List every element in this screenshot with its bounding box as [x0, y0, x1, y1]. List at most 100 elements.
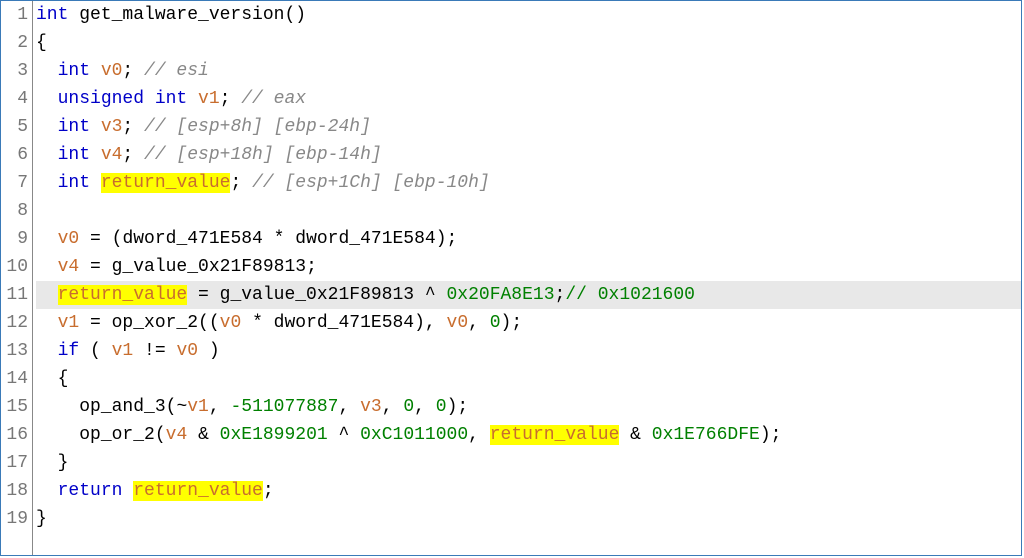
keyword: int: [58, 117, 90, 137]
punct: );: [760, 425, 782, 445]
line-number: 19: [1, 505, 30, 533]
keyword: int: [58, 145, 90, 165]
code-line[interactable]: }: [36, 505, 1021, 533]
local-var: v1: [187, 89, 219, 109]
highlighted-var: return_value: [133, 481, 263, 501]
line-number: 16: [1, 421, 30, 449]
global-var: g_value_0x21F89813: [220, 285, 414, 305]
code-line[interactable]: {: [36, 365, 1021, 393]
code-line[interactable]: }: [36, 449, 1021, 477]
line-number-gutter: 1 2 3 4 5 6 7 8 9 10 11 12 13 14 15 16 1…: [1, 1, 33, 555]
operator: *: [263, 229, 295, 249]
number: 0x20FA8E13: [446, 285, 554, 305]
punct: ,: [414, 397, 436, 417]
code-line[interactable]: int v4; // [esp+18h] [ebp-14h]: [36, 141, 1021, 169]
space: [122, 481, 133, 501]
local-var: v0: [90, 61, 122, 81]
local-var: v4: [58, 257, 80, 277]
comment-value: // 0x1021600: [565, 285, 695, 305]
line-number: 3: [1, 57, 30, 85]
operator: ^: [328, 425, 360, 445]
number: 0x1E766DFE: [652, 425, 760, 445]
operator: !=: [133, 341, 176, 361]
comment: // esi: [144, 61, 209, 81]
func-call: op_or_2: [79, 425, 155, 445]
local-var: v0: [58, 229, 80, 249]
punct: ;: [263, 481, 274, 501]
local-var: v0: [176, 341, 198, 361]
number: 0: [490, 313, 501, 333]
punct: );: [436, 229, 458, 249]
assign: =: [79, 257, 111, 277]
keyword: int: [36, 5, 68, 25]
code-line-current[interactable]: return_value = g_value_0x21F89813 ^ 0x20…: [36, 281, 1021, 309]
keyword: return: [58, 481, 123, 501]
func-call: op_xor_2: [112, 313, 198, 333]
punct: ;: [122, 117, 144, 137]
punct: ): [198, 341, 220, 361]
local-var: v1: [58, 313, 80, 333]
operator: ^: [414, 285, 446, 305]
global-var: g_value_0x21F89813: [112, 257, 306, 277]
highlighted-var: return_value: [58, 285, 188, 305]
code-line[interactable]: unsigned int v1; // eax: [36, 85, 1021, 113]
local-var: v3: [360, 397, 382, 417]
assign: =: [79, 313, 111, 333]
comment: // eax: [241, 89, 306, 109]
code-line[interactable]: {: [36, 29, 1021, 57]
highlighted-var: return_value: [101, 173, 231, 193]
code-line[interactable]: int return_value; // [esp+1Ch] [ebp-10h]: [36, 169, 1021, 197]
brace-open: {: [36, 33, 47, 53]
code-line[interactable]: if ( v1 != v0 ): [36, 337, 1021, 365]
global-var: dword_471E584: [122, 229, 262, 249]
code-line[interactable]: v4 = g_value_0x21F89813;: [36, 253, 1021, 281]
code-line[interactable]: [36, 197, 1021, 225]
local-var: v4: [166, 425, 188, 445]
punct: ,: [468, 425, 490, 445]
punct: ),: [414, 313, 446, 333]
line-number: 4: [1, 85, 30, 113]
line-number: 12: [1, 309, 30, 337]
punct: );: [501, 313, 523, 333]
number: 0xC1011000: [360, 425, 468, 445]
punct: ;: [230, 173, 252, 193]
code-line[interactable]: v1 = op_xor_2((v0 * dword_471E584), v0, …: [36, 309, 1021, 337]
line-number: 2: [1, 29, 30, 57]
assign: = (: [79, 229, 122, 249]
line-number: 5: [1, 113, 30, 141]
punct: ;: [122, 145, 144, 165]
line-number: 9: [1, 225, 30, 253]
comment: // [esp+18h] [ebp-14h]: [144, 145, 382, 165]
line-number: 8: [1, 197, 30, 225]
punct: (~: [166, 397, 188, 417]
brace-close: }: [58, 453, 69, 473]
local-var: v4: [90, 145, 122, 165]
code-line[interactable]: int v0; // esi: [36, 57, 1021, 85]
code-line[interactable]: op_and_3(~v1, -511077887, v3, 0, 0);: [36, 393, 1021, 421]
code-line[interactable]: v0 = (dword_471E584 * dword_471E584);: [36, 225, 1021, 253]
line-number: 17: [1, 449, 30, 477]
space: [90, 173, 101, 193]
code-line[interactable]: return return_value;: [36, 477, 1021, 505]
code-line[interactable]: op_or_2(v4 & 0xE1899201 ^ 0xC1011000, re…: [36, 421, 1021, 449]
line-number: 14: [1, 365, 30, 393]
operator: &: [619, 425, 651, 445]
comment: // [esp+1Ch] [ebp-10h]: [252, 173, 490, 193]
code-body[interactable]: int get_malware_version() { int v0; // e…: [33, 1, 1021, 555]
punct: ,: [339, 397, 361, 417]
global-var: dword_471E584: [274, 313, 414, 333]
keyword: unsigned int: [58, 89, 188, 109]
decompiler-view: 1 2 3 4 5 6 7 8 9 10 11 12 13 14 15 16 1…: [0, 0, 1022, 556]
code-area: 1 2 3 4 5 6 7 8 9 10 11 12 13 14 15 16 1…: [1, 1, 1021, 555]
keyword: int: [58, 173, 90, 193]
code-line[interactable]: int get_malware_version(): [36, 1, 1021, 29]
line-number: 13: [1, 337, 30, 365]
code-line[interactable]: int v3; // [esp+8h] [ebp-24h]: [36, 113, 1021, 141]
brace-close: }: [36, 509, 47, 529]
local-var: v0: [447, 313, 469, 333]
punct: ;: [220, 89, 242, 109]
local-var: v1: [112, 341, 134, 361]
local-var: v0: [220, 313, 242, 333]
number: -511077887: [230, 397, 338, 417]
keyword: if: [58, 341, 80, 361]
